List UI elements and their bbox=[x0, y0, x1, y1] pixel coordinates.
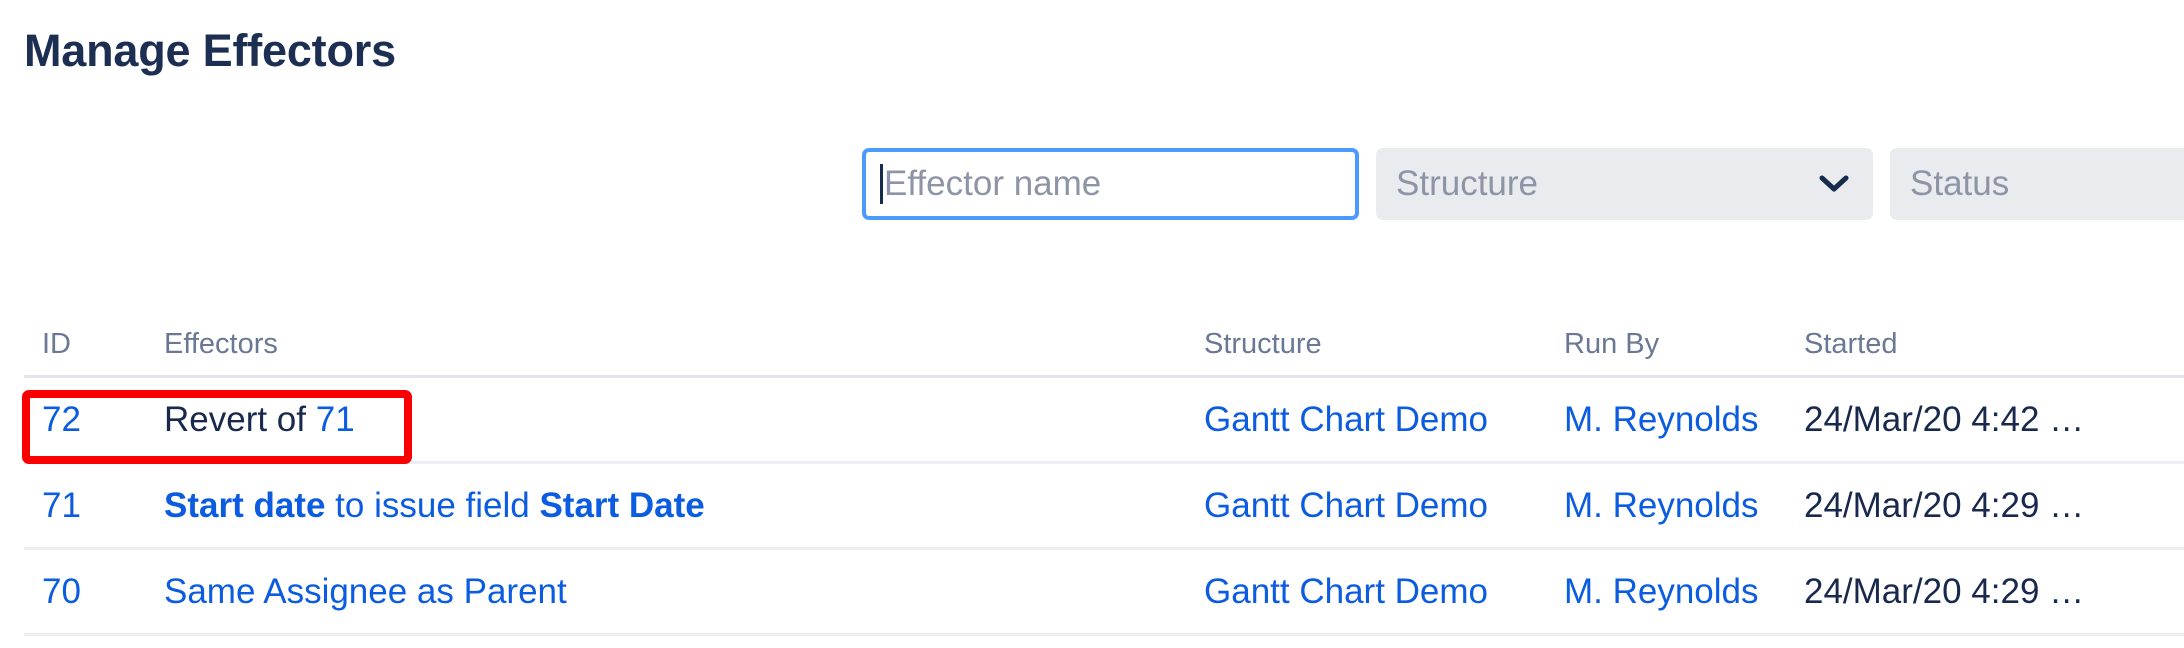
page-title: Manage Effectors bbox=[24, 24, 396, 78]
effector-name-input[interactable]: Effector name bbox=[862, 148, 1359, 220]
row-effector-bold-source: Start date bbox=[164, 486, 325, 525]
row-id-cell: 72 bbox=[24, 399, 164, 441]
row-effector-cell: Start date to issue field Start Date bbox=[164, 485, 1204, 527]
row-started-cell: 24/Mar/20 4:29 … bbox=[1804, 571, 2184, 613]
structure-filter-dropdown[interactable]: Structure bbox=[1376, 148, 1873, 220]
row-id-link[interactable]: 72 bbox=[42, 400, 81, 439]
table-row[interactable]: 72 Revert of 71 Gantt Chart Demo M. Reyn… bbox=[24, 378, 2184, 464]
column-header-effectors[interactable]: Effectors bbox=[164, 327, 1204, 361]
row-effector-link[interactable]: Start date to issue field Start Date bbox=[164, 486, 705, 525]
effectors-table: ID Effectors Structure Run By Started 72… bbox=[24, 312, 2184, 636]
row-id-link[interactable]: 70 bbox=[42, 572, 81, 611]
row-id-cell: 71 bbox=[24, 485, 164, 527]
row-effector-link[interactable]: Same Assignee as Parent bbox=[164, 572, 567, 611]
status-filter-dropdown[interactable]: Status bbox=[1890, 148, 2184, 220]
manage-effectors-page: Manage Effectors Effector name Structure… bbox=[0, 0, 2184, 648]
row-structure-cell: Gantt Chart Demo bbox=[1204, 571, 1564, 613]
row-structure-cell: Gantt Chart Demo bbox=[1204, 485, 1564, 527]
row-run-by-cell: M. Reynolds bbox=[1564, 399, 1804, 441]
row-run-by-cell: M. Reynolds bbox=[1564, 571, 1804, 613]
row-structure-link[interactable]: Gantt Chart Demo bbox=[1204, 400, 1488, 439]
row-effector-middle-text: to issue field bbox=[325, 486, 539, 525]
row-started-cell: 24/Mar/20 4:29 … bbox=[1804, 485, 2184, 527]
column-header-run-by[interactable]: Run By bbox=[1564, 327, 1804, 361]
row-started-cell: 24/Mar/20 4:42 … bbox=[1804, 399, 2184, 441]
row-effector-ref-link[interactable]: 71 bbox=[316, 400, 355, 439]
row-effector-cell: Same Assignee as Parent bbox=[164, 571, 1204, 613]
row-run-by-cell: M. Reynolds bbox=[1564, 485, 1804, 527]
column-header-id[interactable]: ID bbox=[24, 327, 164, 361]
filter-bar: Effector name Structure Status bbox=[862, 148, 2184, 220]
row-id-cell: 70 bbox=[24, 571, 164, 613]
row-structure-link[interactable]: Gantt Chart Demo bbox=[1204, 572, 1488, 611]
row-effector-cell: Revert of 71 bbox=[164, 399, 1204, 441]
column-header-structure[interactable]: Structure bbox=[1204, 327, 1564, 361]
table-row[interactable]: 71 Start date to issue field Start Date … bbox=[24, 464, 2184, 550]
text-caret bbox=[880, 164, 883, 204]
table-header-row: ID Effectors Structure Run By Started bbox=[24, 312, 2184, 378]
chevron-down-icon bbox=[1819, 174, 1849, 194]
row-run-by-link[interactable]: M. Reynolds bbox=[1564, 572, 1759, 611]
column-header-started[interactable]: Started bbox=[1804, 327, 2184, 361]
row-run-by-link[interactable]: M. Reynolds bbox=[1564, 400, 1759, 439]
effector-name-placeholder: Effector name bbox=[884, 163, 1101, 205]
status-filter-placeholder: Status bbox=[1910, 163, 2009, 205]
row-run-by-link[interactable]: M. Reynolds bbox=[1564, 486, 1759, 525]
row-structure-cell: Gantt Chart Demo bbox=[1204, 399, 1564, 441]
row-id-link[interactable]: 71 bbox=[42, 486, 81, 525]
row-effector-bold-target: Start Date bbox=[539, 486, 704, 525]
row-effector-prefix: Revert of bbox=[164, 400, 316, 439]
table-row[interactable]: 70 Same Assignee as Parent Gantt Chart D… bbox=[24, 550, 2184, 636]
row-structure-link[interactable]: Gantt Chart Demo bbox=[1204, 486, 1488, 525]
structure-filter-placeholder: Structure bbox=[1396, 163, 1538, 205]
